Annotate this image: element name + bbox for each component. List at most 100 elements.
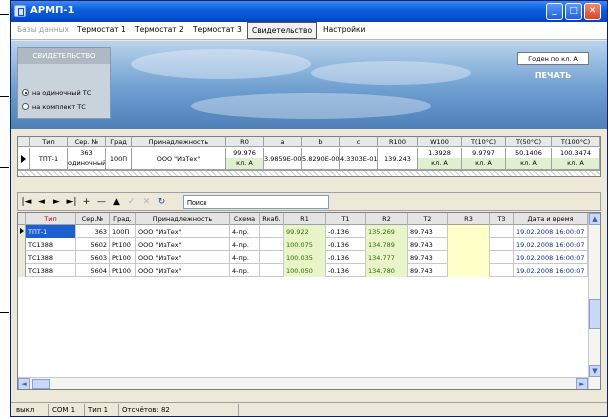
prior-record-button[interactable]: ◄ — [35, 195, 48, 209]
post-record-button[interactable]: ✓ — [125, 195, 138, 209]
cell-owner[interactable]: ООО "ИзТех" — [136, 225, 230, 238]
cell-t2[interactable]: 89.743 — [408, 225, 448, 238]
grid-header-r2[interactable]: R2 — [366, 213, 408, 225]
radio-sensor-set[interactable]: на комплект ТС — [22, 102, 110, 112]
cell-owner[interactable]: ООО "ИзТех" — [136, 238, 230, 251]
cell-date[interactable]: 19.02.2008 16:00:07 — [514, 251, 588, 264]
cell-scheme[interactable]: 4-пр. — [230, 251, 260, 264]
horizontal-scrollbar[interactable]: ◄ ► — [18, 377, 588, 389]
cell-r1[interactable]: 100.075 — [284, 238, 326, 251]
grid-header-rcab[interactable]: Rкаб. — [260, 213, 284, 225]
cell-date[interactable]: 19.02.2008 16:00:07 — [514, 264, 588, 277]
cell-r2[interactable]: 134.777 — [366, 251, 408, 264]
table-row[interactable]: ТС1388 5604 Pt100 ООО "ИзТех" 4-пр. 100.… — [18, 264, 588, 277]
grid-header-t3[interactable]: T3 — [490, 213, 514, 225]
scroll-left-icon[interactable]: ◄ — [18, 378, 30, 389]
refresh-button[interactable]: ↻ — [155, 195, 168, 209]
cell-t3[interactable] — [490, 225, 514, 238]
cell-r1[interactable]: 100.050 — [284, 264, 326, 277]
cell-serial[interactable]: 5602 — [76, 238, 110, 251]
cell-rcab[interactable] — [260, 264, 284, 277]
cell-scheme[interactable]: 4-пр. — [230, 225, 260, 238]
first-record-button[interactable]: |◄ — [20, 195, 33, 209]
cell-grad[interactable]: Pt100 — [110, 264, 136, 277]
cell-t3[interactable] — [490, 251, 514, 264]
menu-thermostat-2[interactable]: Термостат 2 — [131, 22, 188, 39]
cell-t3[interactable] — [490, 264, 514, 277]
radio-dot[interactable] — [22, 103, 29, 110]
grid-header-t1[interactable]: T1 — [326, 213, 366, 225]
cell-t3[interactable] — [490, 238, 514, 251]
cell-t2[interactable]: 89.743 — [408, 251, 448, 264]
grid-header-date[interactable]: Дата и время — [514, 213, 588, 225]
cell-grad[interactable]: Pt100 — [110, 251, 136, 264]
table-row[interactable]: ТПТ-1 363 100П ООО "ИзТех" 4-пр. 99.922 … — [18, 225, 588, 238]
cell-type[interactable]: ТПТ-1 — [26, 225, 76, 238]
last-record-button[interactable]: ►| — [65, 195, 78, 209]
menu-certificate[interactable]: Свидетельство — [247, 22, 318, 39]
grid-header-r1[interactable]: R1 — [284, 213, 326, 225]
cell-type[interactable]: ТС1388 — [26, 251, 76, 264]
cell-grad[interactable]: Pt100 — [110, 238, 136, 251]
cell-date[interactable]: 19.02.2008 16:00:07 — [514, 238, 588, 251]
cell-r3[interactable] — [448, 251, 490, 264]
search-input[interactable] — [183, 195, 329, 209]
cell-r2[interactable]: 134.789 — [366, 238, 408, 251]
cell-t2[interactable]: 89.743 — [408, 264, 448, 277]
minimize-button[interactable]: _ — [546, 3, 563, 20]
cell-t2[interactable]: 89.743 — [408, 238, 448, 251]
horizontal-scroll-thumb[interactable] — [32, 379, 50, 389]
scroll-down-icon[interactable]: ▼ — [589, 365, 600, 377]
print-button[interactable]: ПЕЧАТЬ — [523, 71, 583, 80]
cell-t1[interactable]: -0.136 — [326, 251, 366, 264]
cell-grad[interactable]: 100П — [110, 225, 136, 238]
menu-databases[interactable]: Базы данных — [13, 22, 73, 39]
grid-header-serial[interactable]: Сер.№ — [76, 213, 110, 225]
menu-thermostat-1[interactable]: Термостат 1 — [73, 22, 130, 39]
table-row[interactable]: ТС1388 5602 Pt100 ООО "ИзТех" 4-пр. 100.… — [18, 238, 588, 251]
edit-record-button[interactable]: ▲ — [110, 195, 123, 209]
grid-header-scheme[interactable]: Схема — [230, 213, 260, 225]
cell-type[interactable]: ТС1388 — [26, 238, 76, 251]
close-button[interactable]: ✕ — [584, 3, 601, 20]
grid-header-type[interactable]: Тип — [26, 213, 76, 225]
cell-r1[interactable]: 100.035 — [284, 251, 326, 264]
cell-rcab[interactable] — [260, 225, 284, 238]
insert-record-button[interactable]: + — [80, 195, 93, 209]
menu-thermostat-3[interactable]: Термостат 3 — [189, 22, 246, 39]
grid-header-t2[interactable]: T2 — [408, 213, 448, 225]
cell-rcab[interactable] — [260, 238, 284, 251]
cancel-record-button[interactable]: ✕ — [140, 195, 153, 209]
grid-header-grad[interactable]: Град. — [110, 213, 136, 225]
scroll-up-icon[interactable]: ▲ — [589, 213, 600, 225]
vertical-scrollbar[interactable]: ▲ ▼ — [588, 213, 600, 389]
cell-r2[interactable]: 134.780 — [366, 264, 408, 277]
radio-dot-checked[interactable] — [22, 89, 29, 96]
radio-single-sensor[interactable]: на одиночный ТС — [22, 88, 110, 98]
next-record-button[interactable]: ► — [50, 195, 63, 209]
cell-owner[interactable]: ООО "ИзТех" — [136, 251, 230, 264]
cell-scheme[interactable]: 4-пр. — [230, 264, 260, 277]
scroll-right-icon[interactable]: ► — [576, 378, 588, 389]
cell-r2[interactable]: 135.269 — [366, 225, 408, 238]
cell-t1[interactable]: -0.136 — [326, 238, 366, 251]
cell-r3[interactable] — [448, 264, 490, 277]
menu-settings[interactable]: Настройки — [319, 22, 369, 39]
cell-serial[interactable]: 5604 — [76, 264, 110, 277]
title-bar[interactable]: АРМП-1 _ □ ✕ — [11, 1, 607, 22]
grid-header-owner[interactable]: Принадлежность — [136, 213, 230, 225]
table-row[interactable]: ТС1388 5603 Pt100 ООО "ИзТех" 4-пр. 100.… — [18, 251, 588, 264]
grid-header-r3[interactable]: R3 — [448, 213, 490, 225]
cell-rcab[interactable] — [260, 251, 284, 264]
cell-type[interactable]: ТС1388 — [26, 264, 76, 277]
cell-t1[interactable]: -0.136 — [326, 264, 366, 277]
cell-t1[interactable]: -0.136 — [326, 225, 366, 238]
cell-date[interactable]: 19.02.2008 16:00:07 — [514, 225, 588, 238]
cell-serial[interactable]: 363 — [76, 225, 110, 238]
cell-owner[interactable]: ООО "ИзТех" — [136, 264, 230, 277]
cell-r3[interactable] — [448, 225, 490, 238]
cell-r1[interactable]: 99.922 — [284, 225, 326, 238]
cell-scheme[interactable]: 4-пр. — [230, 238, 260, 251]
delete-record-button[interactable]: — — [95, 195, 108, 209]
vertical-scroll-thumb[interactable] — [589, 299, 600, 329]
